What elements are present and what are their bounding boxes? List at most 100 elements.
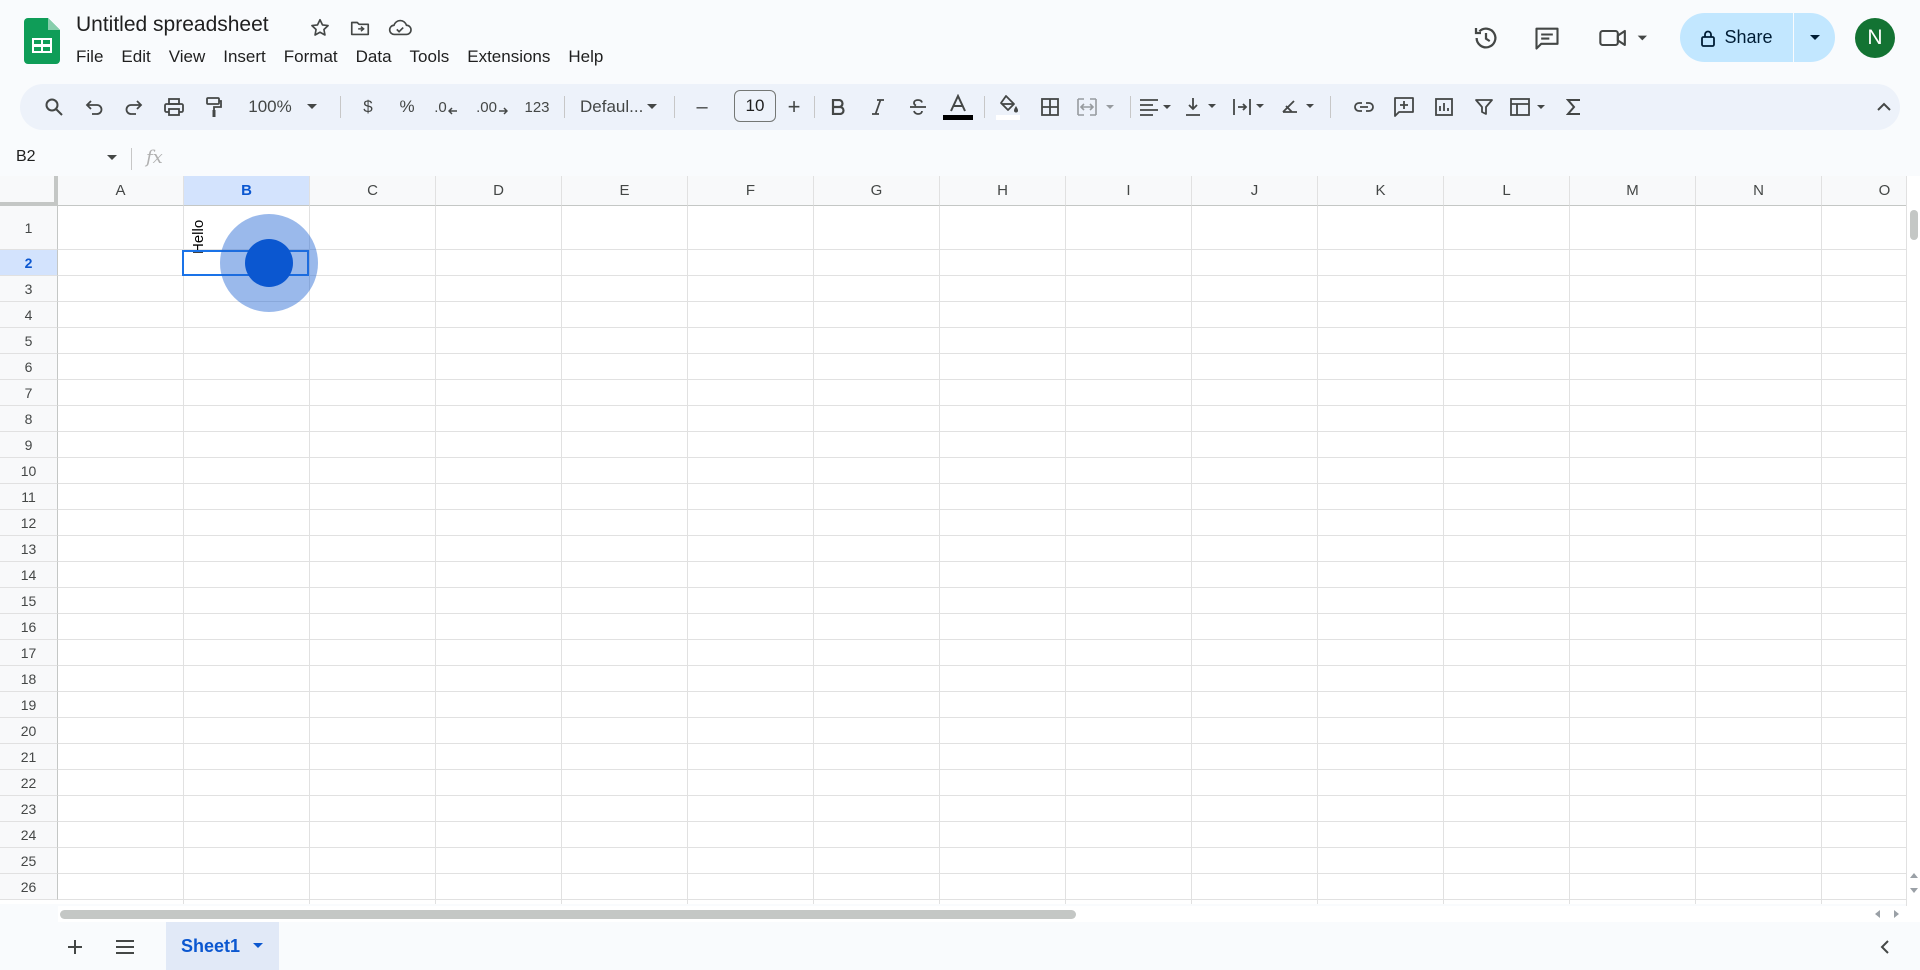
user-avatar[interactable]: N [1855, 18, 1895, 58]
row-header-9[interactable]: 9 [0, 432, 58, 458]
collapse-toolbar-icon[interactable] [1866, 84, 1902, 130]
comments-icon[interactable] [1529, 20, 1565, 56]
share-button[interactable]: Share [1680, 13, 1793, 62]
row-header-18[interactable]: 18 [0, 666, 58, 692]
row-header-16[interactable]: 16 [0, 614, 58, 640]
menu-view[interactable]: View [161, 45, 216, 69]
horizontal-scroll-thumb[interactable] [60, 910, 1076, 919]
column-header-a[interactable]: A [58, 176, 184, 206]
italic-icon[interactable] [860, 84, 896, 130]
search-menus-icon[interactable] [36, 84, 72, 130]
font-dropdown-icon[interactable] [640, 84, 664, 130]
column-header-d[interactable]: D [436, 176, 562, 206]
column-header-c[interactable]: C [310, 176, 436, 206]
borders-icon[interactable] [1032, 84, 1068, 130]
column-header-l[interactable]: L [1444, 176, 1570, 206]
sheet-tab-dropdown-icon[interactable] [252, 942, 264, 950]
strikethrough-icon[interactable] [900, 84, 936, 130]
font-size-input[interactable]: 10 [734, 90, 776, 122]
spreadsheet-grid[interactable]: A B C D E F G H I J K L M N O 1 2 3 4 5 6 7 8 9 10 11 12 13 14 15 16 17… [0, 176, 1908, 904]
row-header-10[interactable]: 10 [0, 458, 58, 484]
explore-panel-icon[interactable] [1870, 932, 1900, 962]
column-header-m[interactable]: M [1570, 176, 1696, 206]
row-header-20[interactable]: 20 [0, 718, 58, 744]
row-header-11[interactable]: 11 [0, 484, 58, 510]
move-folder-icon[interactable] [346, 14, 374, 42]
menu-tools[interactable]: Tools [402, 45, 460, 69]
vertical-scrollbar[interactable] [1906, 176, 1920, 906]
row-header-22[interactable]: 22 [0, 770, 58, 796]
filter-icon[interactable] [1466, 84, 1502, 130]
redo-icon[interactable] [116, 84, 152, 130]
text-rotation-icon[interactable] [1276, 84, 1324, 130]
row-header-23[interactable]: 23 [0, 796, 58, 822]
add-sheet-icon[interactable] [60, 932, 90, 962]
menu-data[interactable]: Data [348, 45, 402, 69]
name-box-dropdown-icon[interactable] [106, 154, 118, 162]
column-header-j[interactable]: J [1192, 176, 1318, 206]
column-header-b[interactable]: B [184, 176, 310, 206]
row-header-24[interactable]: 24 [0, 822, 58, 848]
horizontal-scrollbar[interactable] [58, 906, 1920, 922]
formula-input[interactable] [176, 148, 1896, 170]
vertical-scroll-thumb[interactable] [1910, 210, 1918, 240]
cloud-saved-icon[interactable] [386, 14, 414, 42]
insert-chart-icon[interactable] [1426, 84, 1462, 130]
column-header-e[interactable]: E [562, 176, 688, 206]
row-header-7[interactable]: 7 [0, 380, 58, 406]
zoom-dropdown-icon[interactable] [300, 84, 324, 130]
row-header-12[interactable]: 12 [0, 510, 58, 536]
column-header-o[interactable]: O [1822, 176, 1908, 206]
select-all-corner[interactable] [0, 176, 58, 206]
scroll-down-icon[interactable] [1910, 888, 1918, 894]
scroll-left-icon[interactable] [1874, 910, 1880, 918]
column-header-k[interactable]: K [1318, 176, 1444, 206]
column-header-i[interactable]: I [1066, 176, 1192, 206]
currency-format-button[interactable]: $ [350, 84, 386, 130]
scroll-right-icon[interactable] [1894, 910, 1900, 918]
percent-format-button[interactable]: % [389, 84, 425, 130]
star-icon[interactable] [306, 14, 334, 42]
row-header-3[interactable]: 3 [0, 276, 58, 302]
menu-insert[interactable]: Insert [215, 45, 276, 69]
meet-video-icon[interactable] [1598, 20, 1654, 56]
menu-edit[interactable]: Edit [113, 45, 160, 69]
fill-color-icon[interactable] [988, 84, 1028, 130]
row-header-4[interactable]: 4 [0, 302, 58, 328]
insert-link-icon[interactable] [1346, 84, 1382, 130]
bold-icon[interactable] [820, 84, 856, 130]
more-formats-button[interactable]: 123 [516, 84, 558, 130]
text-wrapping-icon[interactable] [1228, 84, 1274, 130]
sheet-tab-sheet1[interactable]: Sheet1 [166, 922, 279, 970]
row-header-1[interactable]: 1 [0, 206, 58, 250]
column-header-n[interactable]: N [1696, 176, 1822, 206]
version-history-icon[interactable] [1468, 20, 1504, 56]
row-header-25[interactable]: 25 [0, 848, 58, 874]
menu-format[interactable]: Format [276, 45, 348, 69]
text-color-icon[interactable] [938, 84, 978, 130]
increase-decimal-button[interactable]: .00 [470, 84, 514, 130]
print-icon[interactable] [156, 84, 192, 130]
menu-extensions[interactable]: Extensions [459, 45, 560, 69]
column-header-g[interactable]: G [814, 176, 940, 206]
paint-format-icon[interactable] [196, 84, 232, 130]
merge-cells-icon[interactable] [1072, 84, 1124, 130]
column-header-h[interactable]: H [940, 176, 1066, 206]
row-header-5[interactable]: 5 [0, 328, 58, 354]
menu-file[interactable]: File [68, 45, 113, 69]
row-header-13[interactable]: 13 [0, 536, 58, 562]
vertical-align-icon[interactable] [1180, 84, 1226, 130]
horizontal-align-icon[interactable] [1136, 84, 1178, 130]
document-title[interactable]: Untitled spreadsheet [76, 13, 269, 37]
scroll-up-icon[interactable] [1910, 872, 1918, 878]
zoom-select[interactable]: 100% [240, 84, 300, 130]
row-header-17[interactable]: 17 [0, 640, 58, 666]
insert-comment-icon[interactable] [1386, 84, 1422, 130]
sheets-logo-icon[interactable] [24, 18, 60, 64]
row-header-2[interactable]: 2 [0, 250, 58, 276]
decrease-font-size-button[interactable]: – [688, 84, 716, 130]
row-header-19[interactable]: 19 [0, 692, 58, 718]
menu-help[interactable]: Help [560, 45, 613, 69]
row-header-8[interactable]: 8 [0, 406, 58, 432]
share-dropdown-button[interactable] [1794, 13, 1835, 62]
